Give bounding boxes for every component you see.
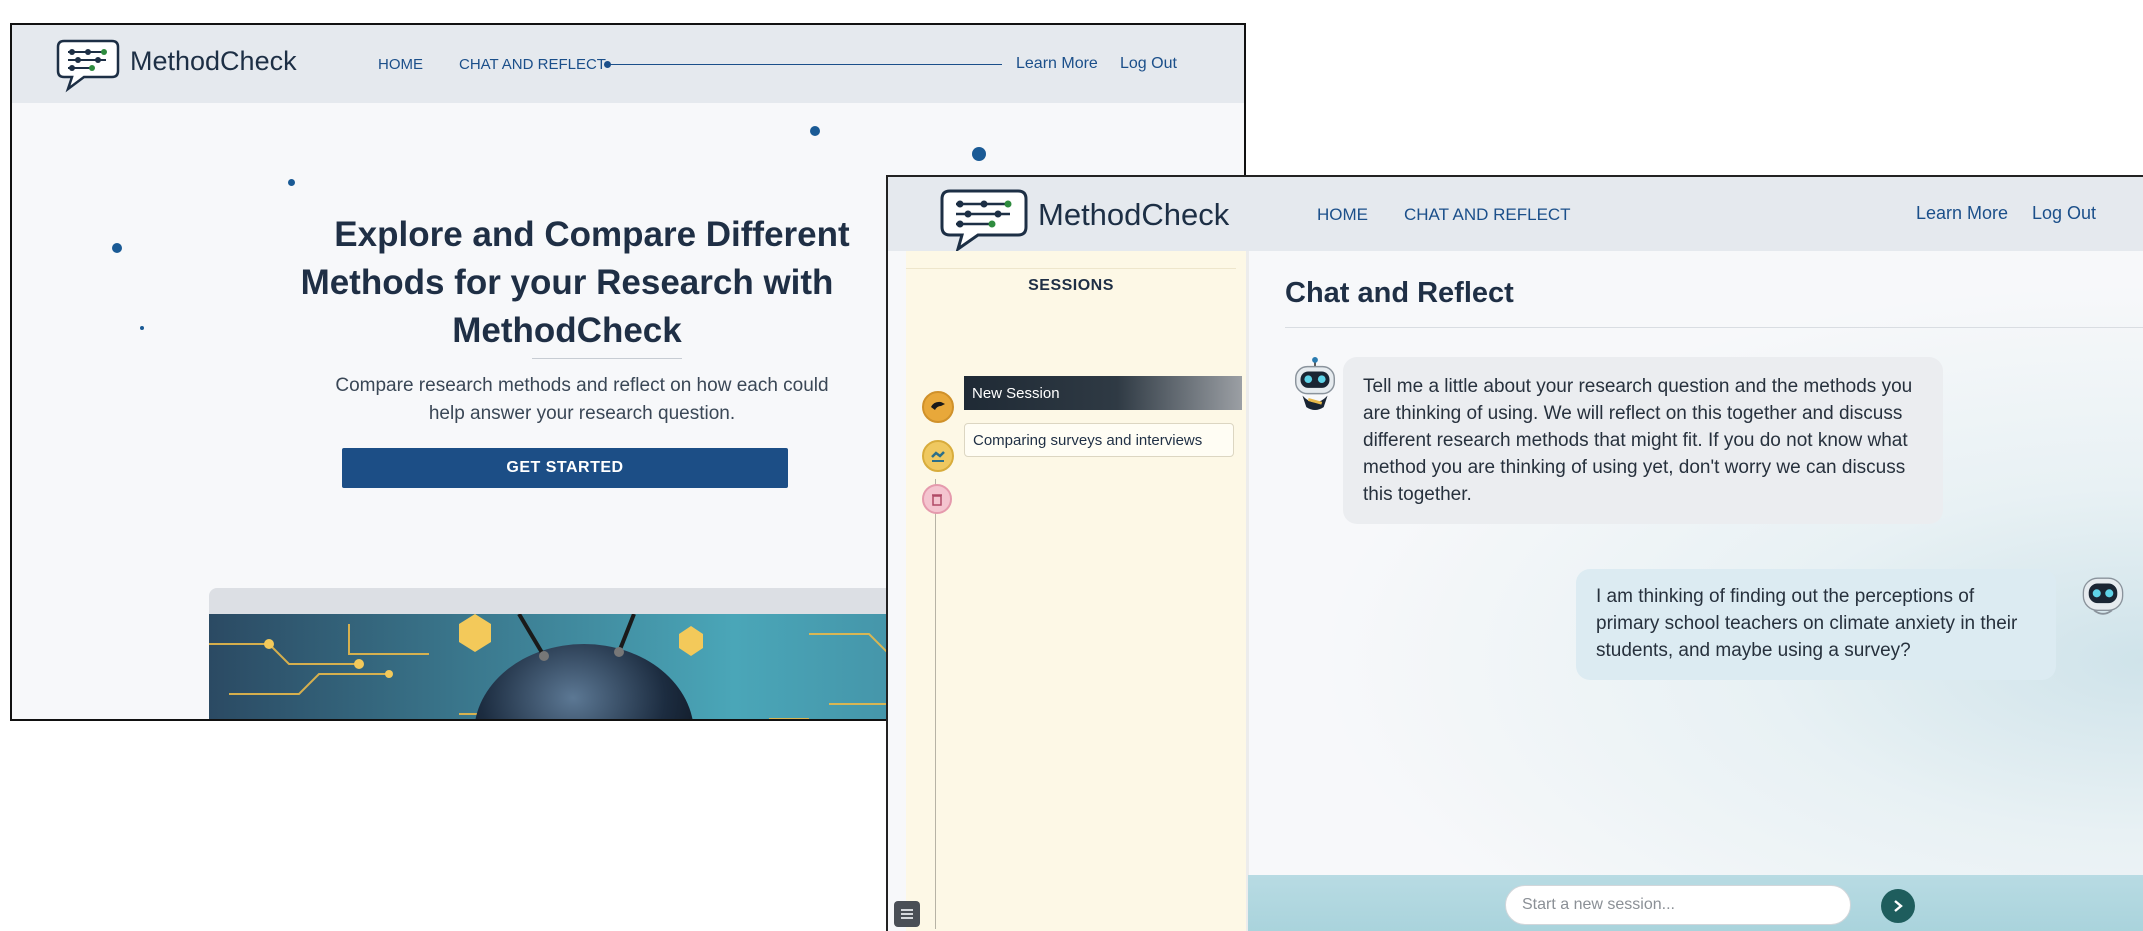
delete-session-icon[interactable]: [922, 484, 952, 514]
nav-home[interactable]: HOME: [378, 56, 423, 73]
hamburger-icon: [901, 909, 913, 919]
hero-divider: [532, 358, 682, 359]
decor-dot: [972, 147, 986, 161]
send-arrow-icon: [1894, 900, 1903, 912]
nav-learn-more[interactable]: Learn More: [1916, 203, 2008, 224]
sessions-title: SESSIONS: [1028, 277, 1114, 294]
sessions-sidebar: SESSIONS: [906, 251, 1249, 931]
brand-name[interactable]: MethodCheck: [1038, 197, 1229, 233]
bot-avatar-icon: [1294, 357, 1336, 411]
decor-dot: [288, 179, 295, 186]
bot-message: Tell me a little about your research que…: [1343, 357, 1943, 524]
hero-title: Explore and Compare Different Methods fo…: [247, 211, 887, 355]
methodcheck-logo-icon[interactable]: [54, 37, 122, 93]
chat-navbar: MethodCheck HOME CHAT AND REFLECT Learn …: [888, 177, 2143, 251]
session-label: New Session: [972, 384, 1060, 402]
hero-subtitle: Compare research methods and reflect on …: [282, 372, 882, 428]
hero-title-line: Methods for your Research with: [300, 263, 834, 302]
user-message: I am thinking of finding out the percept…: [1576, 569, 2056, 680]
decor-dot: [112, 243, 122, 253]
compare-session-icon: [922, 440, 954, 472]
session-label: Comparing surveys and interviews: [973, 431, 1203, 449]
hero-title-line: MethodCheck: [452, 311, 682, 350]
user-avatar-icon: [2082, 577, 2124, 615]
brand-name[interactable]: MethodCheck: [130, 46, 297, 77]
home-navbar: MethodCheck HOME CHAT AND REFLECT Learn …: [12, 25, 1244, 103]
sessions-timeline: [935, 479, 936, 929]
hero-subtitle-line: help answer your research question.: [428, 403, 736, 424]
chat-input[interactable]: [1505, 885, 1851, 925]
chat-window: MethodCheck HOME CHAT AND REFLECT Learn …: [886, 175, 2143, 931]
nav-learn-more[interactable]: Learn More: [1016, 55, 1098, 73]
session-new-session[interactable]: New Session: [964, 376, 1242, 410]
nav-log-out[interactable]: Log Out: [2032, 203, 2096, 224]
nav-log-out[interactable]: Log Out: [1120, 55, 1177, 73]
new-session-icon: [922, 391, 954, 423]
sessions-title-rule: [906, 251, 1236, 269]
nav-chat-and-reflect[interactable]: CHAT AND REFLECT: [459, 56, 606, 73]
send-button[interactable]: [1881, 889, 1915, 923]
nav-active-indicator-line: [610, 64, 1002, 65]
screenshot-composite: MethodCheck HOME CHAT AND REFLECT Learn …: [0, 0, 2143, 931]
hero-title-line: Explore and Compare Different: [334, 215, 850, 254]
decor-dot: [140, 326, 144, 330]
chat-sidebar-divider: [1246, 251, 1249, 931]
chat-title: Chat and Reflect: [1285, 277, 1514, 309]
sidebar-menu-button[interactable]: [894, 901, 920, 927]
chat-title-rule: [1285, 327, 2143, 328]
hero-subtitle-line: Compare research methods and reflect on …: [335, 375, 829, 396]
get-started-button[interactable]: GET STARTED: [342, 448, 788, 488]
nav-chat-and-reflect[interactable]: CHAT AND REFLECT: [1404, 205, 1571, 225]
methodcheck-logo-icon[interactable]: [938, 187, 1030, 251]
nav-home[interactable]: HOME: [1317, 205, 1368, 225]
decor-dot: [810, 126, 820, 136]
session-comparing-surveys[interactable]: Comparing surveys and interviews: [964, 423, 1234, 457]
